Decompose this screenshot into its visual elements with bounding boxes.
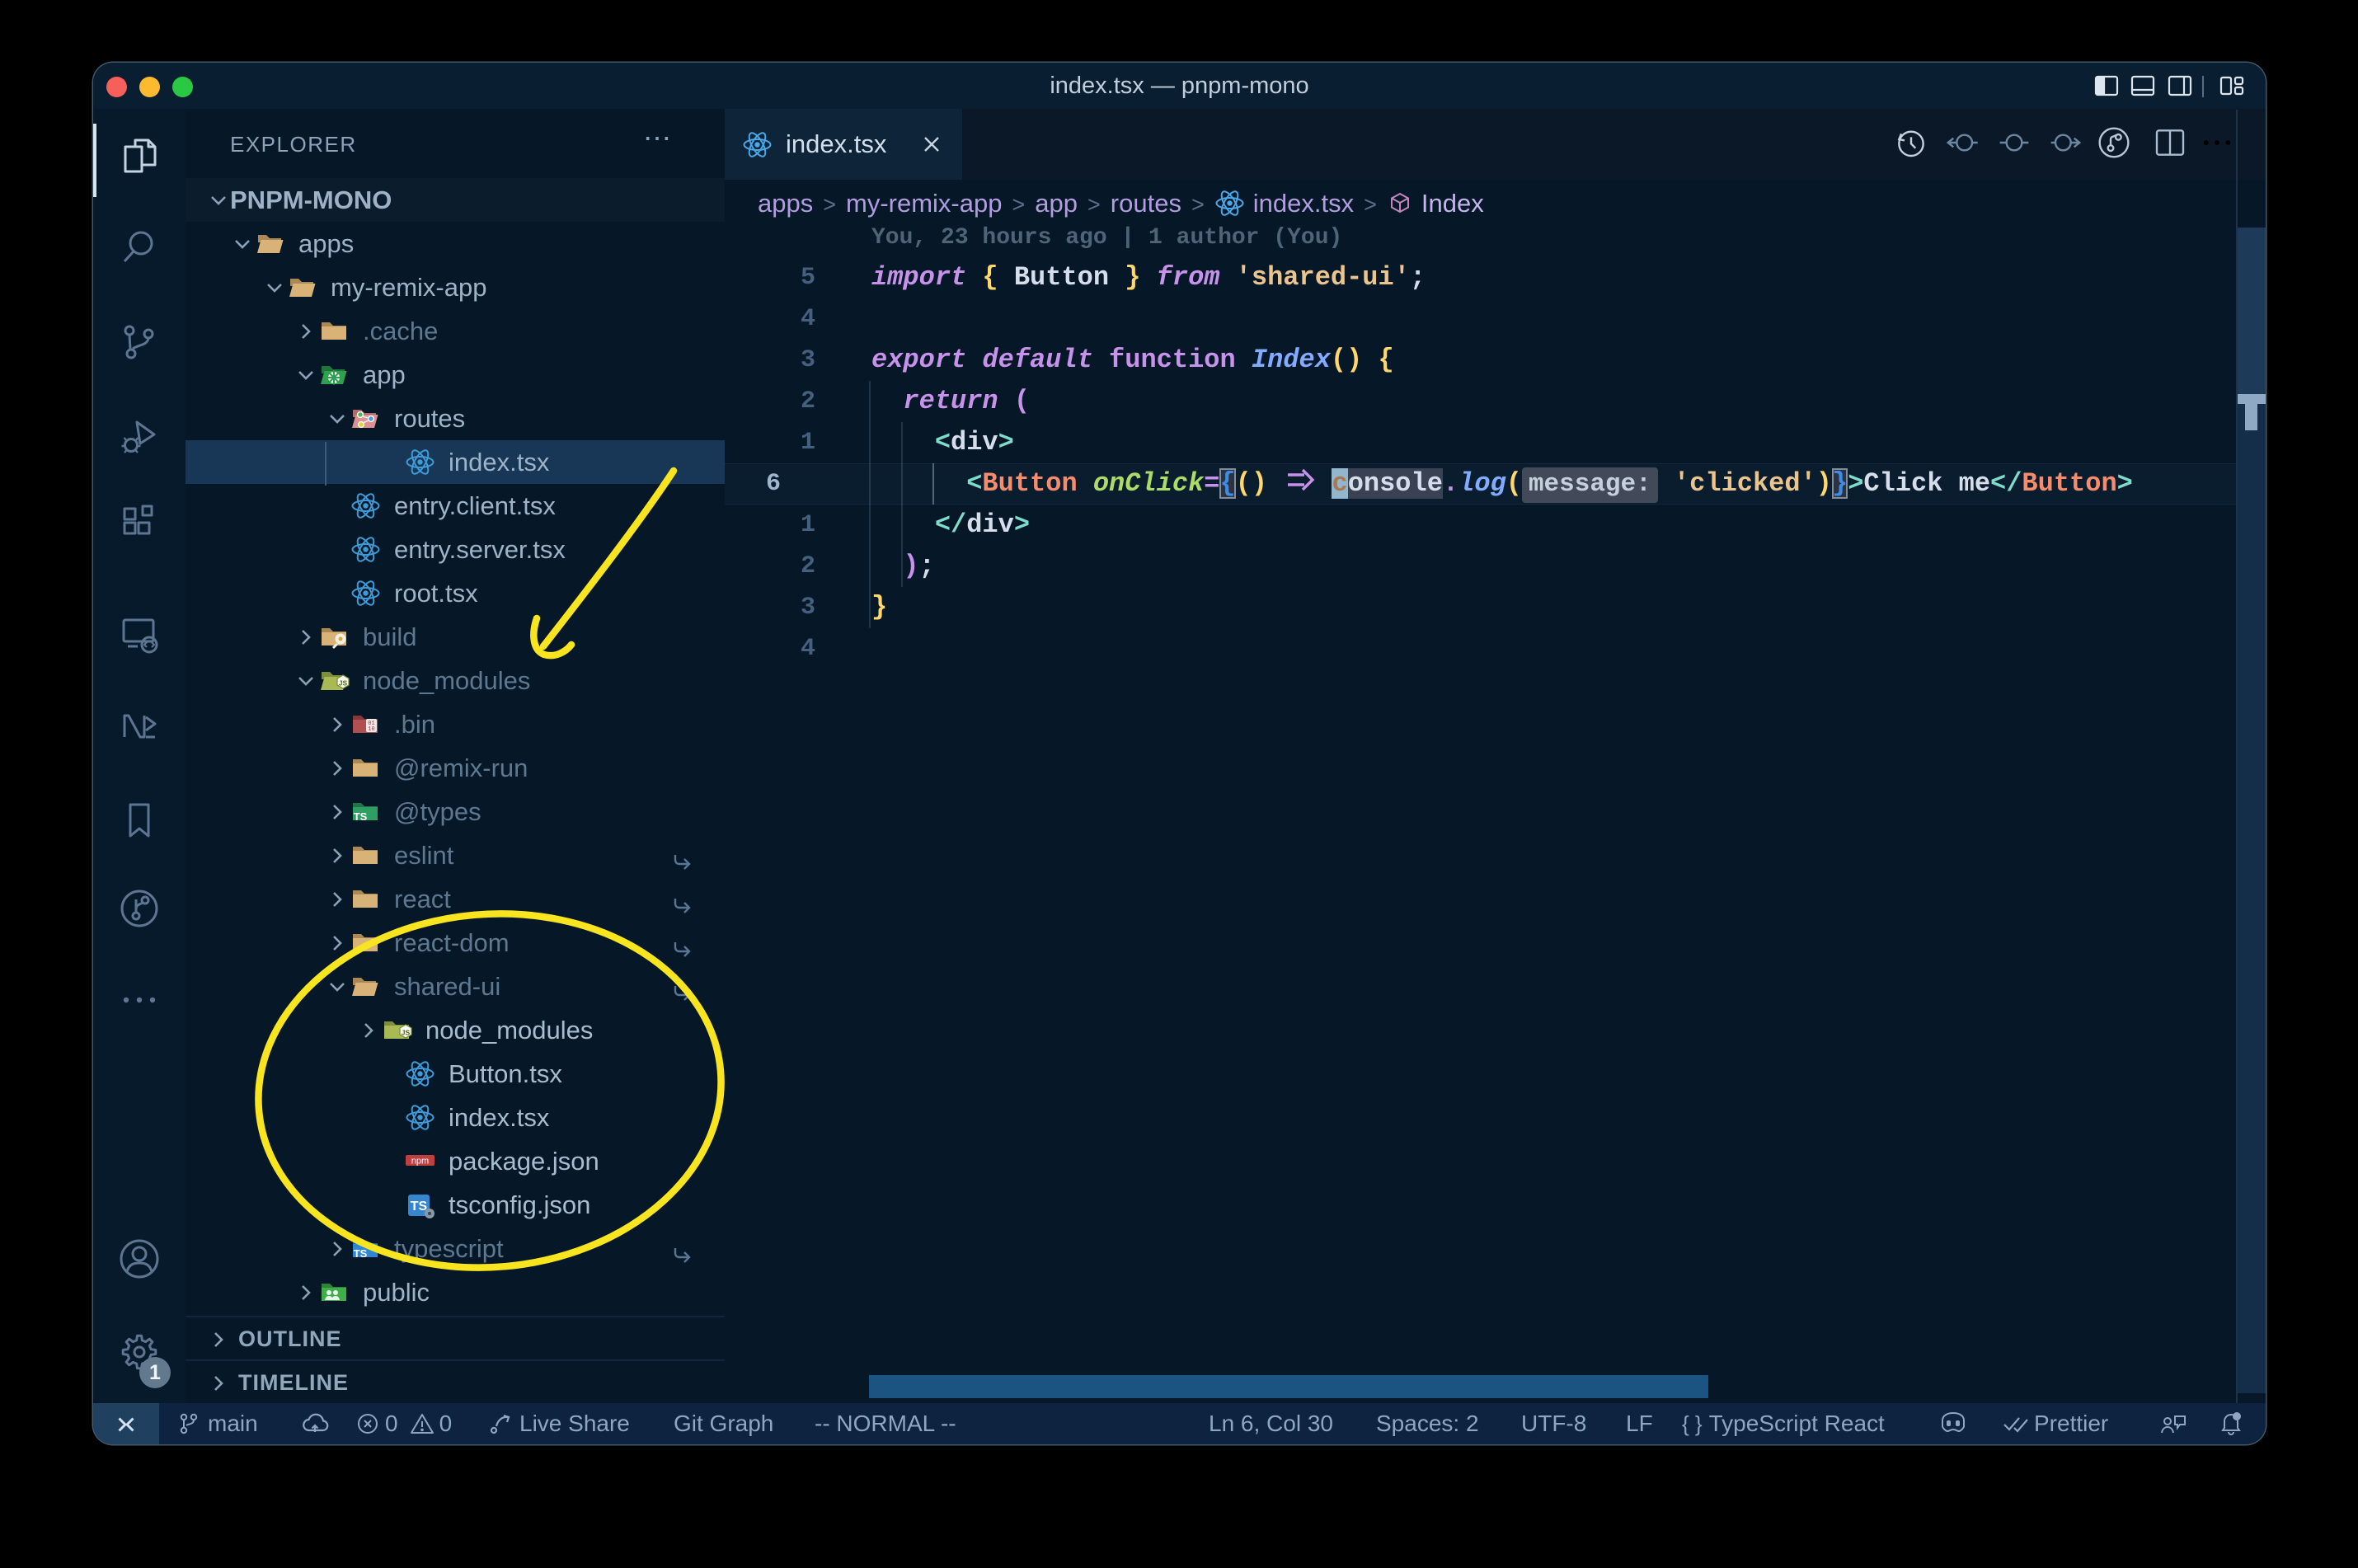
svg-text:npm: npm — [411, 1157, 429, 1167]
svg-text:JS: JS — [339, 679, 348, 688]
svg-text:TS: TS — [411, 1199, 428, 1214]
svg-text:TS: TS — [354, 810, 368, 823]
svg-text:JS: JS — [402, 1029, 411, 1037]
svg-text:TS: TS — [354, 1247, 368, 1260]
svg-text:10: 10 — [368, 726, 374, 733]
